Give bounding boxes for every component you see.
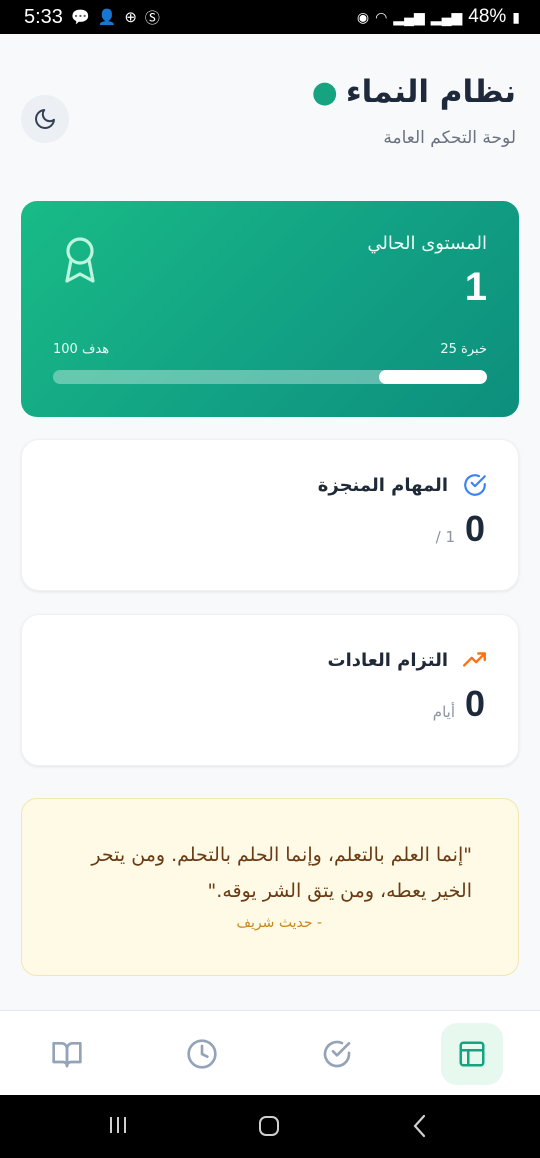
xp-text: خبرة 25: [440, 342, 487, 357]
trending-up-icon: [462, 652, 486, 667]
app-screen: نظام النماء● لوحة التحكم العامة المستوى …: [0, 34, 540, 1095]
status-left: 5:33 💬 👤 ⊕ Ⓢ: [24, 6, 160, 29]
battery-text: 48%: [468, 6, 507, 27]
layout-icon: [459, 1041, 485, 1067]
tasks-card-header: المهام المنجزة: [318, 472, 488, 498]
theme-toggle-button[interactable]: [21, 95, 69, 143]
level-card: المستوى الحالي 1 خبرة 25 هدف 100: [21, 201, 519, 417]
status-right: ◉ ◠ ▂▄▆ ▂▄▆ 48% ▮: [357, 6, 520, 28]
nav-item-tasks[interactable]: [306, 1023, 368, 1085]
status-time: 5:33: [24, 5, 63, 28]
check-circle-icon: [464, 474, 486, 496]
nav-item-dashboard[interactable]: [441, 1023, 503, 1085]
tasks-unit: / 1: [435, 528, 455, 546]
signal-2-icon: ▂▄▆: [430, 8, 463, 25]
person-notification-icon: 👤: [97, 9, 117, 26]
battery-icon: ▮: [512, 8, 520, 25]
habits-card[interactable]: التزام العادات 0 أيام: [21, 614, 519, 766]
title-dot: ●: [311, 75, 338, 110]
hotspot-icon: ◉: [356, 8, 370, 25]
chat-notification-icon: 💬: [70, 9, 90, 26]
nav-item-history[interactable]: [171, 1023, 233, 1085]
level-label: المستوى الحالي: [367, 233, 487, 254]
level-value: 1: [464, 265, 487, 309]
moon-icon: [35, 109, 55, 129]
level-progress-fill: [378, 370, 487, 384]
wifi-icon: ◠: [375, 8, 388, 25]
habits-value: 0: [465, 683, 486, 724]
book-icon: [52, 1042, 82, 1068]
award-icon: [65, 237, 95, 283]
shield-notification-icon: ⊕: [124, 9, 137, 26]
tasks-card-title: المهام المنجزة: [317, 474, 448, 496]
status-bar: 5:33 💬 👤 ⊕ Ⓢ ◉ ◠ ▂▄▆ ▂▄▆ 48% ▮: [0, 0, 540, 34]
quote-card: "إنما العلم بالتعلم، وإنما الحلم بالتحلم…: [21, 798, 519, 976]
goal-text: هدف 100: [53, 342, 110, 357]
tasks-value: 0: [465, 508, 486, 549]
clock-icon: [187, 1039, 217, 1069]
page-subtitle: لوحة التحكم العامة: [383, 128, 516, 148]
level-progress-bar: [53, 370, 487, 384]
quote-source: - حديث شريف: [236, 915, 322, 931]
app-notification-icon: Ⓢ: [144, 9, 160, 27]
recent-apps-icon[interactable]: [106, 1113, 130, 1137]
habits-card-title: التزام العادات: [327, 649, 448, 671]
tasks-card[interactable]: المهام المنجزة 0 / 1: [21, 439, 519, 591]
signal-icon: ▂▄▆: [393, 8, 425, 25]
system-nav-bar: [0, 1095, 540, 1158]
nav-item-library[interactable]: [36, 1023, 98, 1085]
quote-text: "إنما العلم بالتعلم، وإنما الحلم بالتحلم…: [91, 844, 472, 902]
page-title-text: نظام النماء: [345, 74, 516, 110]
home-icon[interactable]: [256, 1113, 282, 1139]
habits-card-header: التزام العادات: [328, 647, 488, 673]
page-title: نظام النماء●: [312, 74, 516, 110]
bottom-nav: [0, 1010, 540, 1095]
habits-unit: أيام: [432, 703, 455, 721]
check-circle-icon: [323, 1040, 351, 1068]
back-icon[interactable]: [408, 1113, 432, 1139]
